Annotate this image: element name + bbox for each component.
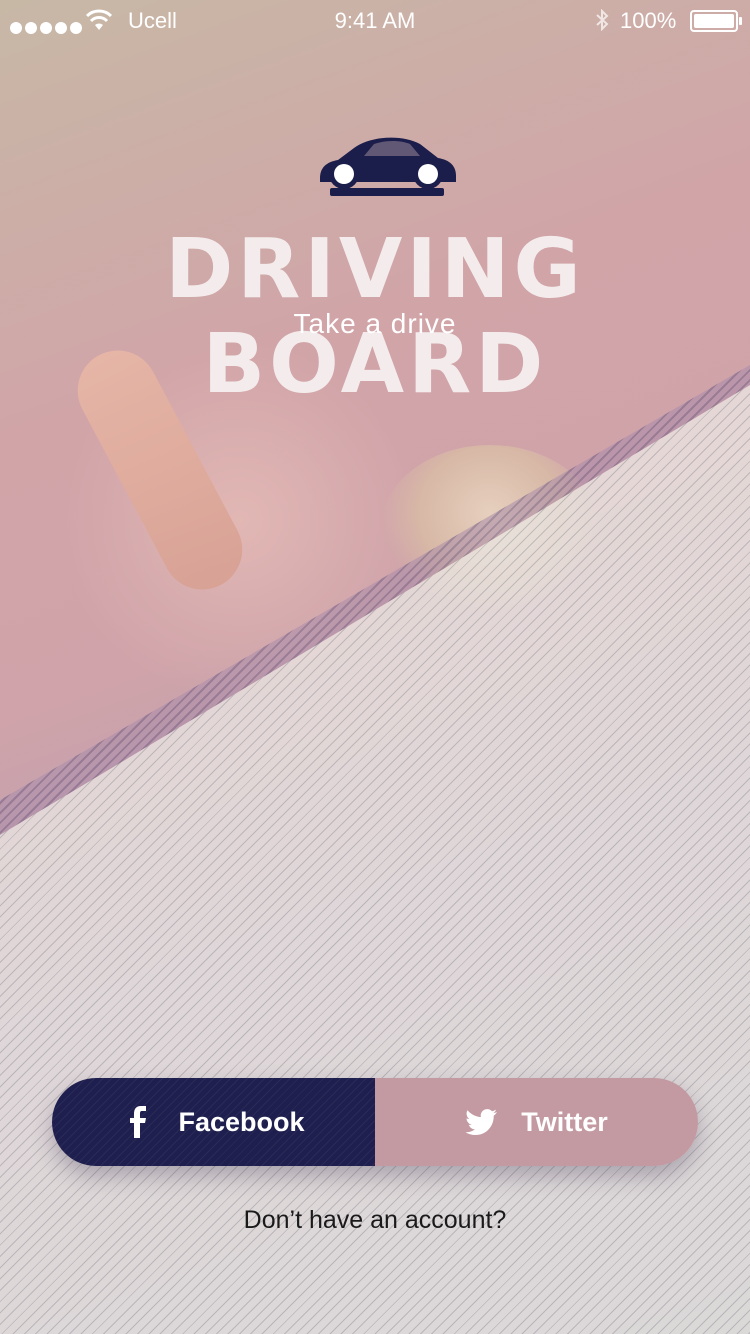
car-icon <box>320 137 456 196</box>
twitter-login-button[interactable]: Twitter <box>375 1078 698 1166</box>
social-login-group: Facebook Twitter <box>52 1078 698 1166</box>
facebook-label: Facebook <box>178 1106 305 1137</box>
facebook-icon <box>130 1106 147 1138</box>
bluetooth-icon <box>596 9 609 31</box>
battery-percentage: 100% <box>620 8 677 33</box>
signup-link[interactable]: Don’t have an account? <box>0 1206 750 1235</box>
twitter-label: Twitter <box>521 1106 608 1137</box>
status-bar: Ucell 9:41 AM 100% <box>0 0 750 40</box>
battery-icon <box>690 10 742 32</box>
app-subtitle: Take a drive <box>293 308 457 339</box>
twitter-icon <box>465 1109 498 1135</box>
facebook-login-button[interactable]: Facebook <box>52 1078 375 1166</box>
